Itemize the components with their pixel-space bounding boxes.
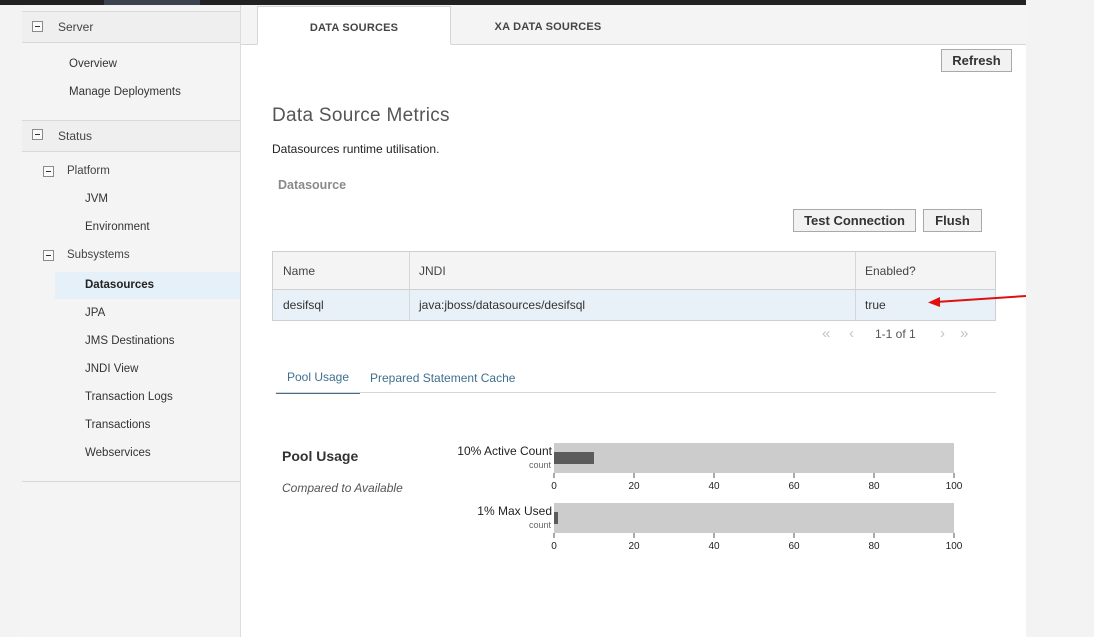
collapse-icon[interactable] xyxy=(43,166,54,177)
pager-status: 1-1 of 1 xyxy=(875,327,916,341)
tick-label: 20 xyxy=(628,481,640,492)
datasource-table: Name JNDI Enabled? desifsql java:jboss/d… xyxy=(272,251,996,321)
pager-prev-icon[interactable]: ‹ xyxy=(849,325,854,342)
tick-label: 100 xyxy=(946,481,963,492)
tick-label: 60 xyxy=(788,541,800,552)
tick-label: 40 xyxy=(708,481,720,492)
pool-usage-chart: 0 20 40 60 80 100 0 20 40 60 80 100 xyxy=(551,443,963,552)
tab-xa-data-sources[interactable]: XA DATA SOURCES xyxy=(453,6,643,45)
pager-last-icon[interactable]: » xyxy=(960,325,968,342)
collapse-icon[interactable] xyxy=(43,250,54,261)
section-title: Datasource xyxy=(278,178,347,192)
series-label: 1% Max Used xyxy=(477,504,552,518)
sidebar-divider xyxy=(22,481,240,482)
annotation-arrow-icon xyxy=(928,295,1027,307)
subtab-prepared-statement-cache[interactable]: Prepared Statement Cache xyxy=(370,371,515,385)
sidebar-item-manage-deployments[interactable]: Manage Deployments xyxy=(69,86,181,98)
subtab-divider xyxy=(276,392,996,393)
tick-label: 60 xyxy=(788,481,800,492)
sidebar-section-status[interactable]: Status xyxy=(22,120,240,152)
series-label: 10% Active Count xyxy=(457,444,552,458)
sidebar-item-transactions[interactable]: Transactions xyxy=(85,419,150,431)
bar-track xyxy=(554,443,954,473)
subtab-pool-usage[interactable]: Pool Usage xyxy=(276,370,360,394)
sidebar-group-subsystems[interactable]: Subsystems xyxy=(67,249,130,261)
pool-usage-subtitle: Compared to Available xyxy=(282,481,403,495)
page-title: Data Source Metrics xyxy=(272,105,450,126)
sidebar-item-jms-destinations[interactable]: JMS Destinations xyxy=(85,335,174,347)
flush-button[interactable]: Flush xyxy=(923,209,982,232)
sidebar-item-overview[interactable]: Overview xyxy=(69,58,117,70)
tab-data-sources[interactable]: DATA SOURCES xyxy=(257,6,451,45)
column-divider xyxy=(855,252,856,320)
refresh-button[interactable]: Refresh xyxy=(941,49,1012,72)
sidebar-section-server[interactable]: Server xyxy=(22,11,240,43)
tab-bar: DATA SOURCES XA DATA SOURCES xyxy=(241,5,1026,45)
table-cell-jndi[interactable]: java:jboss/datasources/desifsql xyxy=(409,290,855,320)
bar-track xyxy=(554,503,954,533)
sidebar-item-transaction-logs[interactable]: Transaction Logs xyxy=(85,391,173,403)
bar-value xyxy=(554,452,594,464)
pool-usage-title: Pool Usage xyxy=(282,448,359,464)
sidebar: Server Overview Manage Deployments Statu… xyxy=(22,5,241,637)
test-connection-button[interactable]: Test Connection xyxy=(793,209,916,232)
tick-label: 20 xyxy=(628,541,640,552)
collapse-icon[interactable] xyxy=(32,21,43,32)
column-divider xyxy=(409,252,410,320)
table-cell-name[interactable]: desifsql xyxy=(273,290,409,320)
sidebar-item-datasources[interactable]: Datasources xyxy=(55,272,240,299)
sidebar-item-jpa[interactable]: JPA xyxy=(85,307,105,319)
sidebar-item-jndi-view[interactable]: JNDI View xyxy=(85,363,138,375)
tick-label: 100 xyxy=(946,541,963,552)
tick-label: 40 xyxy=(708,541,720,552)
sidebar-section-label: Server xyxy=(58,20,94,34)
tick-label: 0 xyxy=(551,481,557,492)
collapse-icon[interactable] xyxy=(32,129,43,140)
tick-label: 80 xyxy=(868,541,880,552)
sidebar-item-jvm[interactable]: JVM xyxy=(85,193,108,205)
right-margin xyxy=(1026,0,1094,637)
column-header-jndi[interactable]: JNDI xyxy=(409,252,855,290)
tick-label: 0 xyxy=(551,541,557,552)
pager-next-icon[interactable]: › xyxy=(940,325,945,342)
sidebar-section-label: Status xyxy=(58,129,93,143)
column-header-name[interactable]: Name xyxy=(273,252,409,290)
sidebar-item-environment[interactable]: Environment xyxy=(85,221,150,233)
column-header-enabled[interactable]: Enabled? xyxy=(855,252,995,290)
bar-value xyxy=(554,512,558,524)
pager-first-icon[interactable]: « xyxy=(822,325,830,342)
page-description: Datasources runtime utilisation. xyxy=(272,142,440,156)
tick-label: 80 xyxy=(868,481,880,492)
sidebar-item-webservices[interactable]: Webservices xyxy=(85,447,151,459)
sidebar-group-platform[interactable]: Platform xyxy=(67,165,110,177)
